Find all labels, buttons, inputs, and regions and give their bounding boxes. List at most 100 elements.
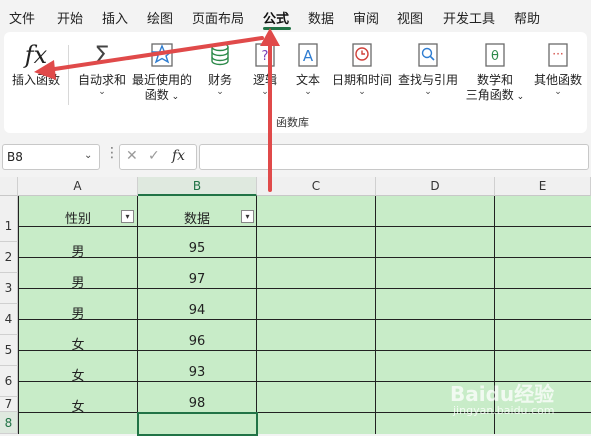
grid-line xyxy=(375,196,376,434)
chevron-down-icon: ⌄ xyxy=(216,87,224,97)
cell-a4[interactable]: 男 xyxy=(18,303,138,322)
fx-icon: fx xyxy=(24,41,48,69)
baidu-watermark-url: jingyan.baidu.com xyxy=(453,404,555,417)
column-header-e[interactable]: E xyxy=(495,177,591,196)
datetime-button[interactable]: 日期和时间 ⌄ xyxy=(330,40,394,97)
cell-a3[interactable]: 男 xyxy=(18,272,138,291)
svg-text:···: ··· xyxy=(552,47,563,61)
chevron-down-icon: ⌄ xyxy=(424,87,432,97)
row-header-1[interactable]: 1 xyxy=(0,196,18,242)
column-header-d[interactable]: D xyxy=(376,177,495,196)
menu-file[interactable]: 文件 xyxy=(9,8,35,27)
cell-a2[interactable]: 男 xyxy=(18,241,138,260)
formula-actions: ✕ ✓ fx xyxy=(119,144,197,170)
function-library-group-label: 函数库 xyxy=(276,116,309,129)
math-trig-label-1: 数学和 xyxy=(476,73,513,87)
lookup-label: 查找与引用 xyxy=(397,73,458,87)
recent-functions-button[interactable]: 最近使用的 函数 ⌄ xyxy=(131,40,193,105)
menu-home[interactable]: 开始 xyxy=(57,8,83,27)
row-header-6[interactable]: 6 xyxy=(0,366,18,397)
ribbon-separator xyxy=(68,45,69,105)
chevron-down-icon: ⌄ xyxy=(168,92,180,102)
sigma-icon: Σ xyxy=(94,41,110,69)
datetime-label: 日期和时间 xyxy=(331,73,392,87)
insert-function-button[interactable]: fx 插入函数 xyxy=(8,40,64,88)
autosum-button[interactable]: Σ 自动求和 ⌄ xyxy=(76,40,128,97)
svg-text:A: A xyxy=(303,47,314,65)
chevron-down-icon: ⌄ xyxy=(554,87,562,97)
theta-icon: θ xyxy=(464,40,526,70)
filter-sort-icon[interactable]: ▾ xyxy=(121,210,134,223)
menu-data[interactable]: 数据 xyxy=(308,8,334,27)
menu-developer[interactable]: 开发工具 xyxy=(443,8,495,27)
cancel-icon[interactable]: ✕ xyxy=(126,148,138,164)
chevron-down-icon: ⌄ xyxy=(304,87,312,97)
cell-b7[interactable]: 98 xyxy=(137,396,257,411)
cell-b3[interactable]: 97 xyxy=(137,272,257,287)
row-header-7[interactable]: 7 xyxy=(0,397,18,412)
cell-b4[interactable]: 94 xyxy=(137,303,257,318)
cell-a6[interactable]: 女 xyxy=(18,365,138,384)
confirm-icon[interactable]: ✓ xyxy=(148,148,160,164)
logical-button[interactable]: ? 逻辑 ⌄ xyxy=(245,40,285,97)
chevron-down-icon: ⌄ xyxy=(358,87,366,97)
row-header-8[interactable]: 8 xyxy=(0,412,18,434)
text-label: 文本 xyxy=(295,73,320,87)
recent-functions-label-2: 函数 xyxy=(144,88,169,102)
insert-function-label: 插入函数 xyxy=(11,73,60,87)
financial-label: 财务 xyxy=(207,73,232,87)
menu-draw[interactable]: 绘图 xyxy=(147,8,173,27)
menu-view[interactable]: 视图 xyxy=(397,8,423,27)
selected-cell-b8[interactable] xyxy=(137,412,258,436)
cell-a7[interactable]: 女 xyxy=(18,396,138,415)
drag-handle-icon[interactable]: ⋮ xyxy=(105,145,119,161)
magnifier-icon xyxy=(396,40,460,70)
cell-b5[interactable]: 96 xyxy=(137,334,257,349)
cell-b1[interactable]: 数据 xyxy=(137,208,257,227)
row-header-2[interactable]: 2 xyxy=(0,242,18,273)
text-a-icon: A xyxy=(290,40,326,70)
cell-a5[interactable]: 女 xyxy=(18,334,138,353)
chevron-down-icon[interactable]: ⌄ xyxy=(84,150,92,161)
menu-formulas[interactable]: 公式 xyxy=(263,8,289,27)
row-header-3[interactable]: 3 xyxy=(0,273,18,304)
column-header-b[interactable]: B xyxy=(138,177,257,196)
formula-input[interactable] xyxy=(199,144,589,170)
column-header-c[interactable]: C xyxy=(257,177,376,196)
baidu-watermark: Baidu经验 xyxy=(450,382,555,406)
more-functions-icon: ··· xyxy=(530,40,586,70)
insert-function-fx-icon[interactable]: fx xyxy=(172,148,185,164)
chevron-down-icon: ⌄ xyxy=(513,92,525,102)
menu-insert[interactable]: 插入 xyxy=(102,8,128,27)
active-tab-indicator xyxy=(263,27,291,30)
menu-bar: 文件 开始 插入 绘图 页面布局 公式 数据 审阅 视图 开发工具 帮助 xyxy=(0,0,591,32)
filter-dropdown-icon[interactable]: ▾ xyxy=(241,210,254,223)
chevron-down-icon: ⌄ xyxy=(261,87,269,97)
row-header-5[interactable]: 5 xyxy=(0,335,18,366)
select-all-corner[interactable] xyxy=(0,177,18,196)
cell-a1[interactable]: 性别 xyxy=(18,208,138,227)
svg-text:?: ? xyxy=(262,49,269,64)
cell-b2[interactable]: 95 xyxy=(137,241,257,256)
menu-page-layout[interactable]: 页面布局 xyxy=(192,8,244,27)
menu-review[interactable]: 审阅 xyxy=(353,8,379,27)
math-trig-button[interactable]: θ 数学和 三角函数 ⌄ xyxy=(464,40,526,105)
logical-icon: ? xyxy=(245,40,285,70)
clock-icon xyxy=(330,40,394,70)
lookup-button[interactable]: 查找与引用 ⌄ xyxy=(396,40,460,97)
cell-b6[interactable]: 93 xyxy=(137,365,257,380)
financial-button[interactable]: 财务 ⌄ xyxy=(200,40,240,97)
svg-text:θ: θ xyxy=(491,49,499,64)
more-functions-label: 其他函数 xyxy=(533,73,582,87)
logical-label: 逻辑 xyxy=(252,73,277,87)
text-button[interactable]: A 文本 ⌄ xyxy=(290,40,326,97)
coins-icon xyxy=(200,40,240,70)
column-header-a[interactable]: A xyxy=(18,177,138,196)
menu-help[interactable]: 帮助 xyxy=(514,8,540,27)
autosum-label: 自动求和 xyxy=(77,73,126,87)
math-trig-label-2: 三角函数 xyxy=(465,88,514,102)
chevron-down-icon: ⌄ xyxy=(98,87,106,97)
recent-functions-label-1: 最近使用的 xyxy=(131,73,192,87)
row-header-4[interactable]: 4 xyxy=(0,304,18,335)
more-functions-button[interactable]: ··· 其他函数 ⌄ xyxy=(530,40,586,97)
